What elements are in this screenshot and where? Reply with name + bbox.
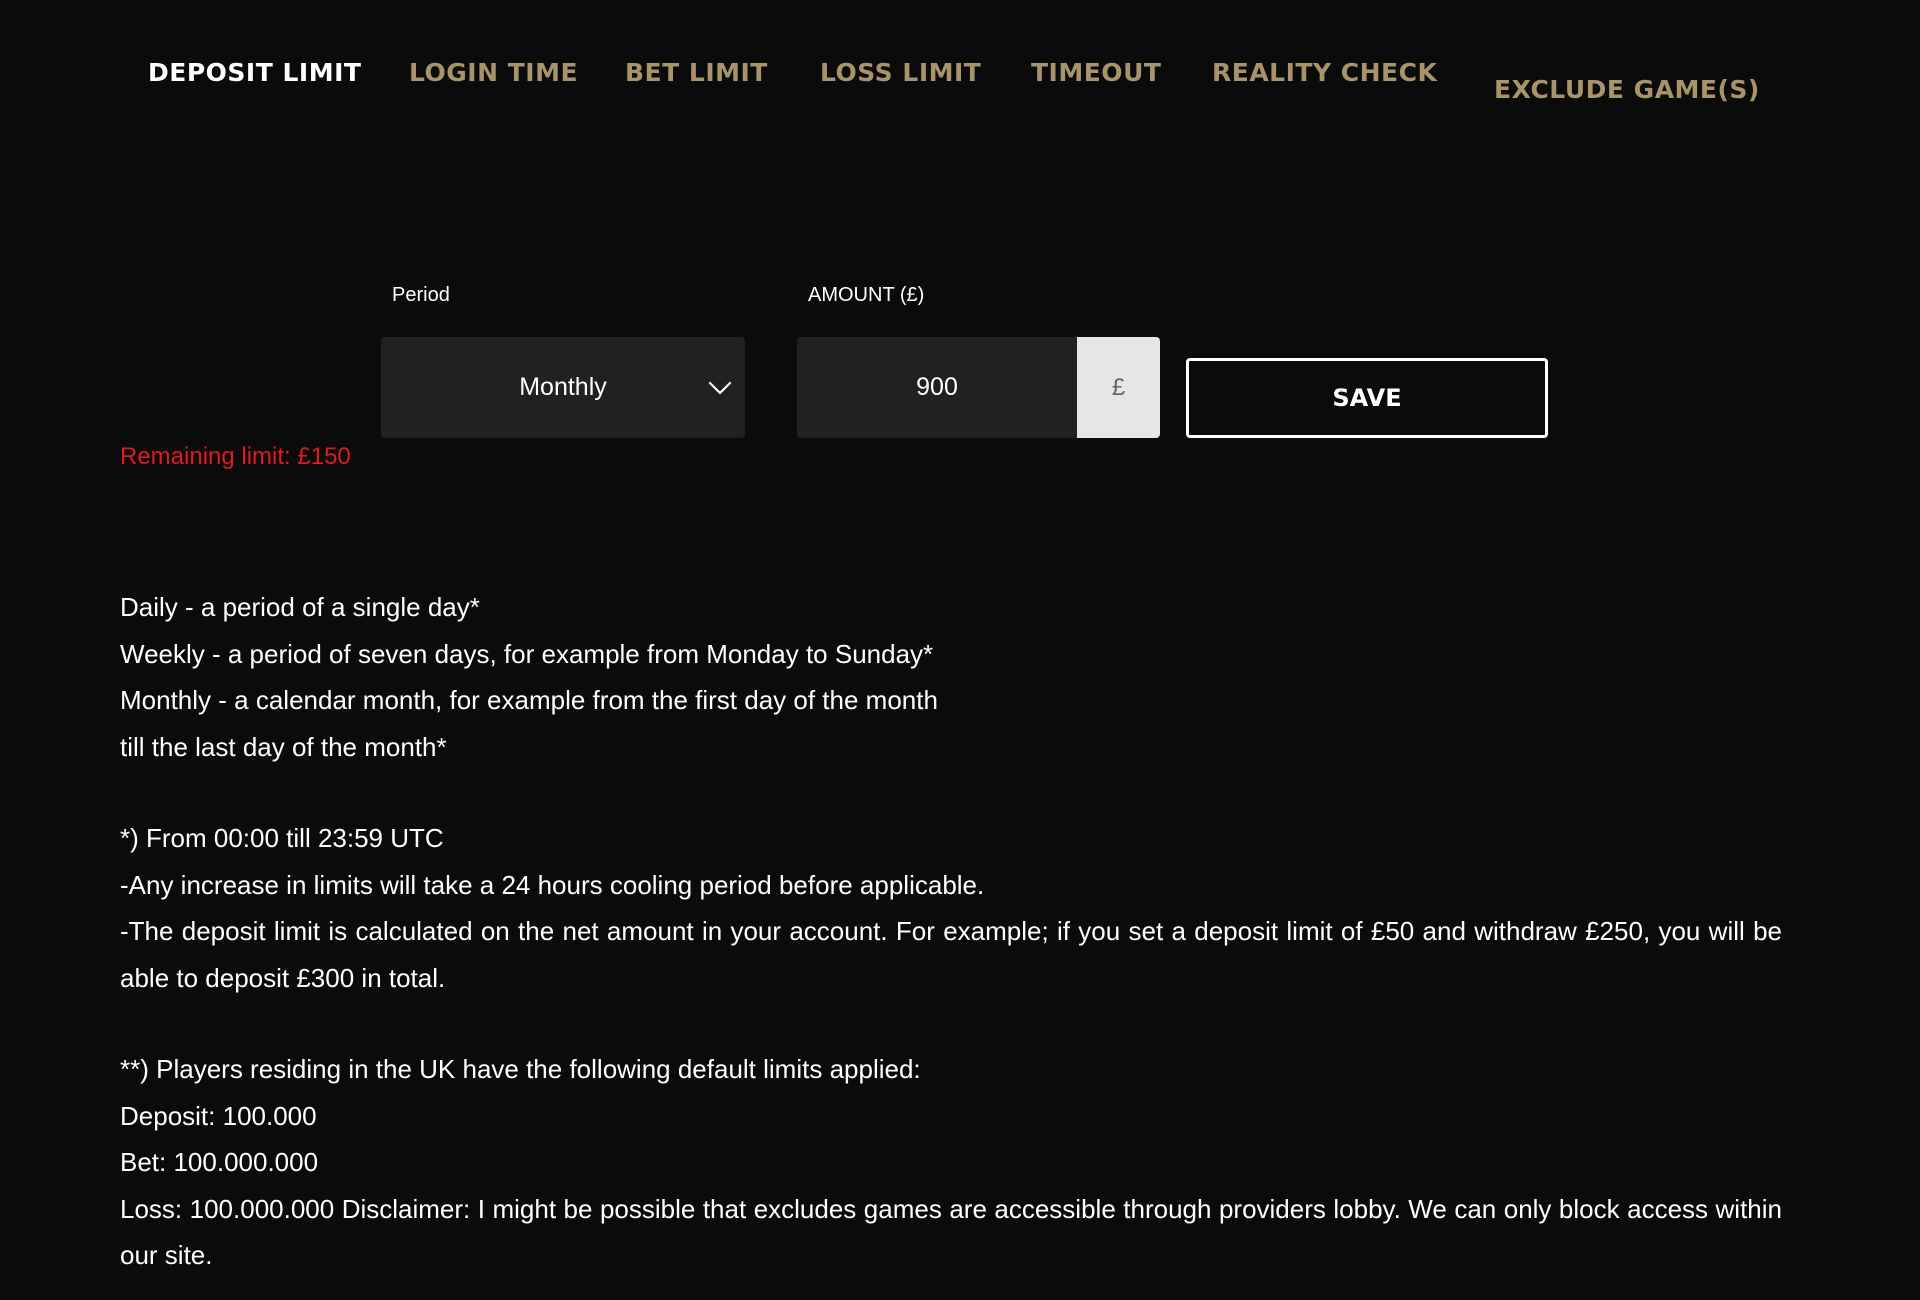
period-label: Period bbox=[392, 284, 450, 306]
amount-input[interactable] bbox=[797, 337, 1077, 438]
note-cooling-period: -Any increase in limits will take a 24 h… bbox=[120, 869, 985, 900]
tab-deposit-limit[interactable]: DEPOSIT LIMIT bbox=[148, 58, 361, 88]
tab-timeout[interactable]: TIMEOUT bbox=[1031, 58, 1161, 88]
save-button[interactable]: SAVE bbox=[1186, 358, 1548, 438]
tab-reality-check[interactable]: REALITY CHECK bbox=[1212, 58, 1437, 88]
default-limits-heading: **) Players residing in the UK have the … bbox=[120, 1054, 921, 1084]
period-description-monthly-cont: till the last day of the month* bbox=[120, 731, 447, 762]
tab-login-time[interactable]: LOGIN TIME bbox=[409, 58, 578, 88]
responsible-gaming-page: DEPOSIT LIMIT LOGIN TIME BET LIMIT LOSS … bbox=[0, 0, 1920, 1300]
tab-loss-limit[interactable]: LOSS LIMIT bbox=[820, 58, 981, 88]
period-description-daily: Daily - a period of a single day* bbox=[120, 592, 480, 622]
amount-label: AMOUNT (£) bbox=[808, 284, 925, 306]
currency-addon: £ bbox=[1077, 337, 1160, 438]
default-limit-bet: Bet: 100.000.000 bbox=[120, 1147, 319, 1177]
period-description-monthly: Monthly - a calendar month, for example … bbox=[120, 685, 938, 715]
period-select[interactable]: Monthly bbox=[381, 337, 745, 438]
tab-bet-limit[interactable]: BET LIMIT bbox=[625, 58, 768, 88]
note-utc: *) From 00:00 till 23:59 UTC bbox=[120, 823, 444, 853]
tab-exclude-games[interactable]: EXCLUDE GAME(S) bbox=[1494, 75, 1760, 105]
default-limit-deposit: Deposit: 100.000 bbox=[120, 1100, 317, 1131]
period-description-weekly: Weekly - a period of seven days, for exa… bbox=[120, 638, 934, 669]
chevron-down-icon bbox=[708, 381, 732, 395]
limit-tabs: DEPOSIT LIMIT LOGIN TIME BET LIMIT LOSS … bbox=[0, 0, 1920, 130]
remaining-limit-text: Remaining limit: £150 bbox=[120, 443, 351, 470]
default-limit-loss-disclaimer: Loss: 100.000.000 Disclaimer: I might be… bbox=[120, 1193, 1782, 1271]
period-selected-value: Monthly bbox=[519, 373, 607, 401]
limit-info-text: Daily - a period of a single day* Weekly… bbox=[120, 584, 1782, 1279]
note-net-amount: -The deposit limit is calculated on the … bbox=[120, 916, 1782, 993]
